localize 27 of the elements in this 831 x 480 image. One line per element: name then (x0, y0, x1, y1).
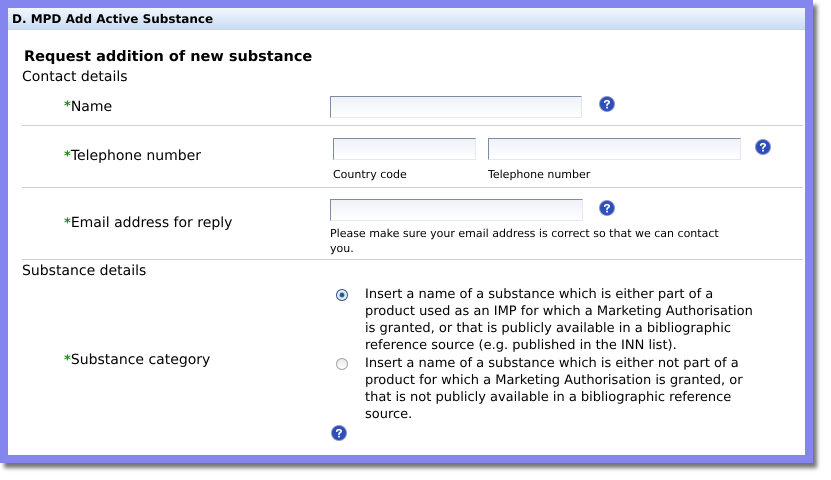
field-caption: Telephone number (488, 167, 592, 184)
asterisk-mark: * (64, 214, 71, 233)
help-icon[interactable] (599, 200, 615, 216)
help-icon[interactable] (331, 425, 347, 441)
field-caption: Country code (333, 167, 408, 184)
radio-option-label: Insert a name of a substance which is either not part of a product for which a Marketing Authorisation is granted, or that is not publicly available in a bibliographic reference source. (365, 355, 744, 423)
input-field[interactable] (330, 96, 582, 118)
asterisk-mark: * (64, 352, 71, 370)
radio-button[interactable] (336, 289, 348, 301)
form-heading: Request addition of new substance (24, 48, 314, 66)
field-label: Name (70, 98, 112, 116)
radio-option-label: Insert a name of a substance which is either part of a product used as an IMP for which a Marketing Authorisation is granted, or that is publicly available in a bibliographic reference source (e.g. published in the INN list). (365, 286, 754, 354)
input-field[interactable] (333, 138, 476, 160)
help-text: Please make sure your email address is correct so that we can contact you. (330, 226, 720, 256)
radio-button[interactable] (336, 358, 348, 370)
field-label: Email address for reply (70, 214, 232, 233)
help-icon[interactable] (755, 139, 771, 156)
asterisk-mark: * (64, 148, 71, 166)
field-label: Substance category (70, 351, 210, 370)
field-label: Telephone number (70, 147, 202, 166)
section-title: Substance details (22, 262, 148, 280)
help-icon[interactable] (599, 96, 615, 112)
panel-title: D. MPD Add Active Substance (12, 10, 214, 28)
input-field[interactable] (488, 138, 741, 160)
asterisk-mark: * (64, 98, 71, 116)
section-title: Contact details (22, 68, 129, 86)
input-field[interactable] (330, 198, 583, 220)
